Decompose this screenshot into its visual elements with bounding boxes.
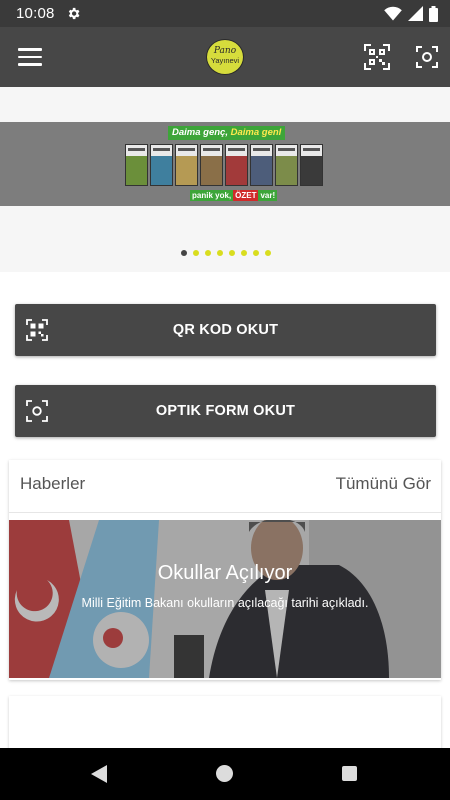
tagline-b: ÖZET	[233, 190, 259, 201]
qr-code-scan-button[interactable]: QR KOD OKUT	[15, 304, 436, 356]
banner-carousel[interactable]: Daima genç, Daima genl panik yok, ÖZET var…	[0, 87, 450, 272]
book-cover	[150, 144, 173, 186]
carousel-dot[interactable]	[205, 250, 211, 256]
form-button-label: OPTIK FORM OKUT	[155, 403, 296, 419]
logo-text-bottom: Yayınevi	[210, 56, 240, 65]
system-nav-bar	[0, 748, 450, 800]
carousel-dot[interactable]	[181, 250, 187, 256]
carousel-dot[interactable]	[265, 250, 271, 256]
news-item[interactable]: Okullar Açılıyor Milli Eğitim Bakanı oku…	[9, 520, 441, 678]
book-covers	[125, 144, 323, 186]
book-cover	[275, 144, 298, 186]
battery-icon	[429, 5, 438, 22]
banner-tagline: panik yok, ÖZET var!	[190, 190, 278, 201]
app-bar: Pano Yayınevi	[0, 27, 450, 87]
home-icon[interactable]	[216, 765, 233, 782]
menu-icon-line	[18, 48, 42, 51]
carousel-dot[interactable]	[229, 250, 235, 256]
news-section-title: Haberler	[20, 474, 86, 493]
menu-icon-line	[18, 55, 42, 59]
settings-gear-icon	[68, 7, 80, 20]
content-card	[9, 696, 441, 756]
recent-apps-icon[interactable]	[342, 766, 357, 781]
carousel-dot[interactable]	[193, 250, 199, 256]
news-card: Haberler Tümünü Gör Okullar Açılıyor Mil…	[9, 460, 441, 680]
wifi-icon	[384, 6, 402, 21]
signal-icon	[408, 6, 423, 21]
logo-text-top: Pano	[213, 46, 237, 56]
book-cover	[200, 144, 223, 186]
tagline-c: var!	[258, 190, 278, 201]
carousel-dot[interactable]	[241, 250, 247, 256]
book-cover	[250, 144, 273, 186]
back-icon[interactable]	[90, 764, 108, 784]
tagline-a: panik yok,	[190, 190, 234, 201]
carousel-dot[interactable]	[253, 250, 259, 256]
book-cover	[125, 144, 148, 186]
menu-button[interactable]	[14, 43, 46, 71]
book-cover	[300, 144, 323, 186]
menu-icon-line	[18, 63, 42, 66]
banner-slogan-a: Daima genç,	[172, 127, 228, 138]
carousel-dot[interactable]	[217, 250, 223, 256]
divider	[9, 512, 441, 513]
status-bar: 10:08	[0, 0, 450, 27]
news-headline: Okullar Açılıyor	[157, 562, 293, 584]
status-indicators	[384, 5, 438, 22]
qr-scan-icon[interactable]	[364, 44, 390, 70]
form-scan-icon[interactable]	[416, 46, 438, 68]
see-all-link[interactable]: Tümünü Gör	[336, 474, 431, 494]
banner-slogan: Daima genç, Daima genl	[168, 126, 286, 140]
carousel-indicators	[181, 250, 271, 256]
banner-slogan-b: Daima genl	[230, 127, 282, 138]
book-cover	[175, 144, 198, 186]
news-summary: Milli Eğitim Bakanı okulların açılacağı …	[81, 596, 369, 610]
book-cover	[225, 144, 248, 186]
pano-logo: Pano Yayınevi	[206, 39, 244, 75]
banner-slide[interactable]: Daima genç, Daima genl panik yok, ÖZET var…	[0, 122, 450, 206]
optical-form-scan-button[interactable]: OPTIK FORM OKUT	[15, 385, 436, 437]
status-time: 10:08	[16, 5, 55, 22]
qr-button-label: QR KOD OKUT	[172, 322, 279, 338]
